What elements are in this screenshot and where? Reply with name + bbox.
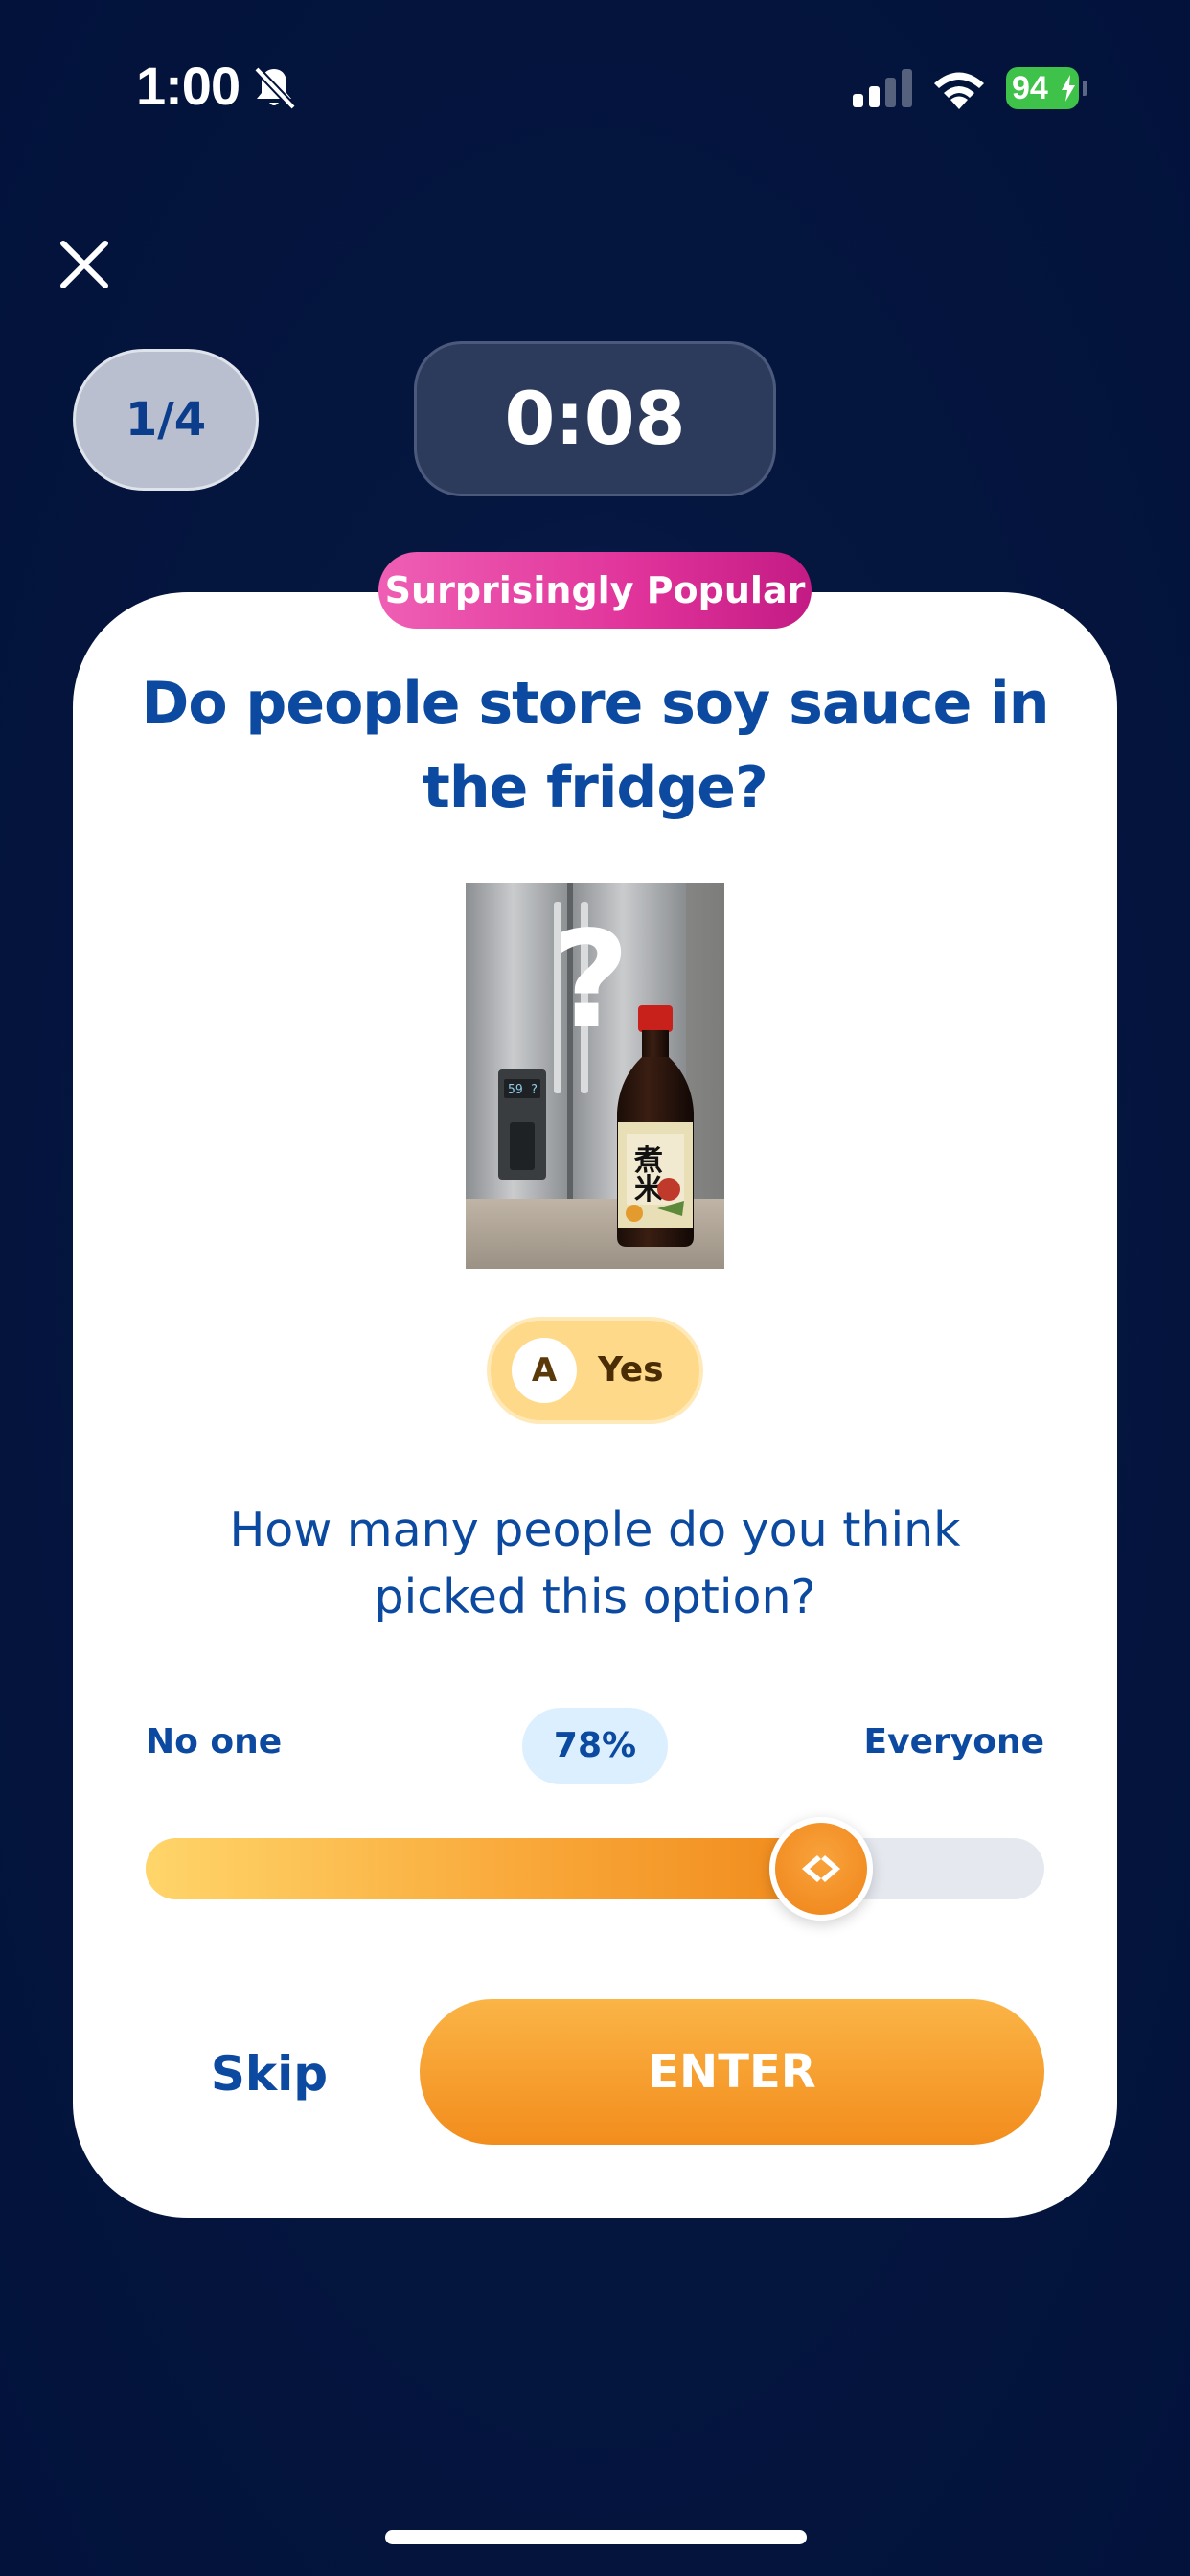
- countdown-timer: 0:08: [414, 341, 776, 496]
- category-badge: Surprisingly Popular: [378, 552, 812, 629]
- svg-text:59 ?: 59 ?: [508, 1083, 538, 1097]
- battery-tip: [1083, 80, 1087, 96]
- percentage-slider-track[interactable]: [146, 1817, 1044, 1920]
- close-icon[interactable]: [54, 234, 115, 295]
- skip-button[interactable]: Skip: [192, 2036, 347, 2112]
- estimate-prompt: How many people do you think picked this…: [229, 1503, 961, 1624]
- option-letter-badge: A: [512, 1338, 577, 1403]
- wifi-icon: [934, 72, 984, 109]
- cellular-signal-icon: [853, 69, 912, 107]
- option-label: Yes: [598, 1350, 664, 1390]
- charging-bolt-icon: [1062, 75, 1075, 102]
- question-progress: 1/4: [73, 349, 259, 491]
- fridge-soy-sauce-photo: 59 ? ? 煮 米: [466, 883, 724, 1269]
- drag-arrows-icon: [801, 1855, 840, 1882]
- battery-charging-icon: 94: [1006, 67, 1079, 109]
- status-time: 1:00: [136, 56, 240, 116]
- bell-slash-icon: [254, 66, 296, 110]
- slider-min-label: No one: [146, 1722, 283, 1761]
- slider-value-badge: 78%: [522, 1708, 668, 1784]
- home-indicator: [385, 2530, 807, 2544]
- slider-max-label: Everyone: [863, 1722, 1044, 1761]
- question-title: Do people store soy sauce in the fridge?: [141, 670, 1050, 821]
- enter-button[interactable]: ENTER: [420, 1999, 1044, 2145]
- answer-option-yes[interactable]: A Yes: [487, 1317, 703, 1424]
- slider-fill: [146, 1838, 821, 1899]
- slider-thumb[interactable]: [768, 1817, 873, 1920]
- svg-text:?: ?: [552, 903, 629, 1059]
